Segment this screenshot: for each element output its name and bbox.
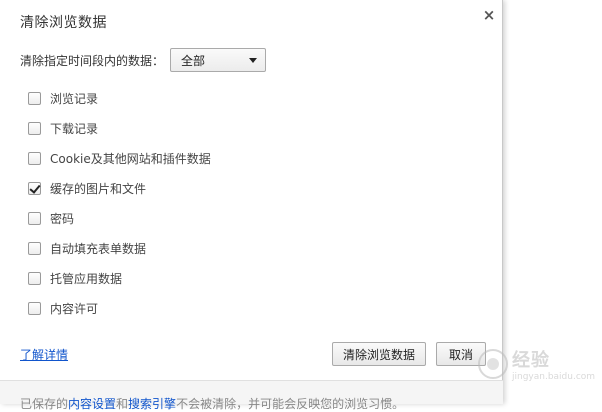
option-cookies[interactable]: Cookie及其他网站和插件数据 <box>28 143 211 173</box>
checkbox[interactable] <box>28 121 41 135</box>
time-range-label: 清除指定时间段内的数据： <box>20 53 165 68</box>
checkbox[interactable] <box>28 241 41 255</box>
footer-suffix: 不会被清除，并可能会反映您的浏览习惯。 <box>176 397 405 411</box>
option-autofill[interactable]: 自动填充表单数据 <box>28 233 211 263</box>
time-range-select[interactable]: 全部 <box>170 48 267 72</box>
checkbox[interactable] <box>28 301 41 315</box>
option-hosted-app-data[interactable]: 托管应用数据 <box>28 263 211 293</box>
checkbox[interactable] <box>28 151 41 165</box>
option-cached-images[interactable]: 缓存的图片和文件 <box>28 173 211 203</box>
checkbox[interactable] <box>28 91 41 105</box>
search-engines-link[interactable]: 搜索引擎 <box>128 397 176 411</box>
paw-icon <box>478 349 508 379</box>
option-label: 自动填充表单数据 <box>50 241 147 256</box>
dialog-footer: 已保存的内容设置和搜索引擎不会被清除，并可能会反映您的浏览习惯。 <box>0 380 503 411</box>
data-type-list: 浏览记录 下载记录 Cookie及其他网站和插件数据 缓存的图片和文件 密码 自… <box>28 83 211 323</box>
option-download-history[interactable]: 下载记录 <box>28 113 211 143</box>
time-range-value: 全部 <box>181 53 206 68</box>
option-browsing-history[interactable]: 浏览记录 <box>28 83 211 113</box>
checkbox[interactable] <box>28 181 41 195</box>
footer-and: 和 <box>116 397 129 411</box>
clear-browsing-data-dialog: 清除浏览数据 × 清除指定时间段内的数据： 全部 浏览记录 下载记录 Cooki… <box>0 0 503 411</box>
watermark-sub: jingyan.baidu.com <box>512 372 596 382</box>
option-label: 下载记录 <box>50 121 99 136</box>
checkbox[interactable] <box>28 271 41 285</box>
chevron-down-icon <box>249 57 258 63</box>
watermark: 经验 jingyan.baidu.com <box>478 338 598 390</box>
option-label: Cookie及其他网站和插件数据 <box>50 151 211 166</box>
dialog-title: 清除浏览数据 <box>20 15 107 31</box>
option-label: 浏览记录 <box>50 91 99 106</box>
clear-browsing-data-button[interactable]: 清除浏览数据 <box>332 342 426 366</box>
watermark-text: 经验 jingyan.baidu.com <box>512 346 595 382</box>
footer-prefix: 已保存的 <box>20 397 69 411</box>
close-icon[interactable]: × <box>479 6 499 24</box>
time-range-row: 清除指定时间段内的数据： 全部 <box>20 48 267 72</box>
option-content-licenses[interactable]: 内容许可 <box>28 293 211 323</box>
content-settings-link[interactable]: 内容设置 <box>68 397 116 411</box>
option-label: 内容许可 <box>50 301 99 316</box>
option-label: 缓存的图片和文件 <box>50 181 147 196</box>
option-label: 托管应用数据 <box>50 271 123 286</box>
option-label: 密码 <box>50 211 75 226</box>
option-passwords[interactable]: 密码 <box>28 203 211 233</box>
learn-more-link[interactable]: 了解详情 <box>20 346 68 363</box>
checkbox[interactable] <box>28 211 41 225</box>
watermark-main: 经验 <box>512 350 550 371</box>
